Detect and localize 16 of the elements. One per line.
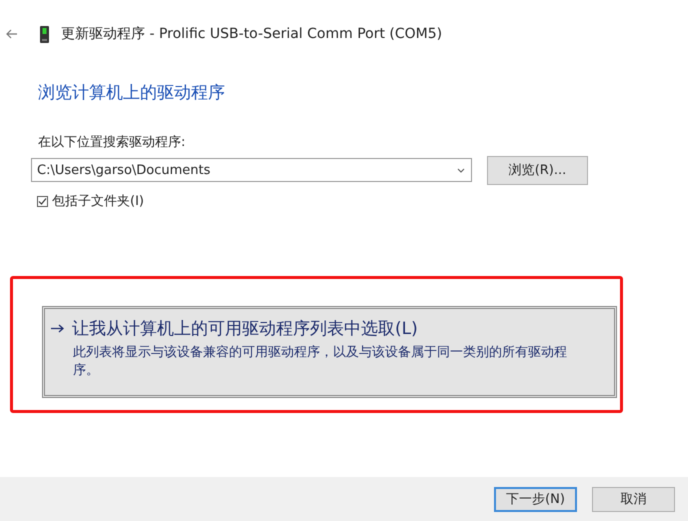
option-title: 让我从计算机上的可用驱动程序列表中选取(L) [72,318,418,340]
path-combobox[interactable]: C:\Users\garso\Documents [31,158,472,182]
pick-driver-option[interactable]: 让我从计算机上的可用驱动程序列表中选取(L) 此列表将显示与该设备兼容的可用驱动程序，以及与该设备属于同一类别的所有驱动程序。 [42,306,617,398]
next-button[interactable]: 下一步(N) [494,486,577,512]
window-title: 更新驱动程序 - Prolific USB-to-Serial Comm Port (COM5) [61,25,442,43]
page-heading: 浏览计算机上的驱动程序 [38,82,226,105]
option-description: 此列表将显示与该设备兼容的可用驱动程序，以及与该设备属于同一类别的所有驱动程序。 [73,344,568,380]
search-location-label: 在以下位置搜索驱动程序: [38,134,186,151]
chevron-down-icon [457,168,465,172]
device-icon [40,26,49,42]
cancel-button[interactable]: 取消 [592,486,675,512]
arrow-icon [51,324,64,333]
checkbox[interactable] [37,196,48,206]
back-arrow-icon[interactable] [6,29,18,39]
include-subfolders-label: 包括子文件夹(I) [52,193,144,210]
browse-button[interactable]: 浏览(R)... [487,156,588,184]
